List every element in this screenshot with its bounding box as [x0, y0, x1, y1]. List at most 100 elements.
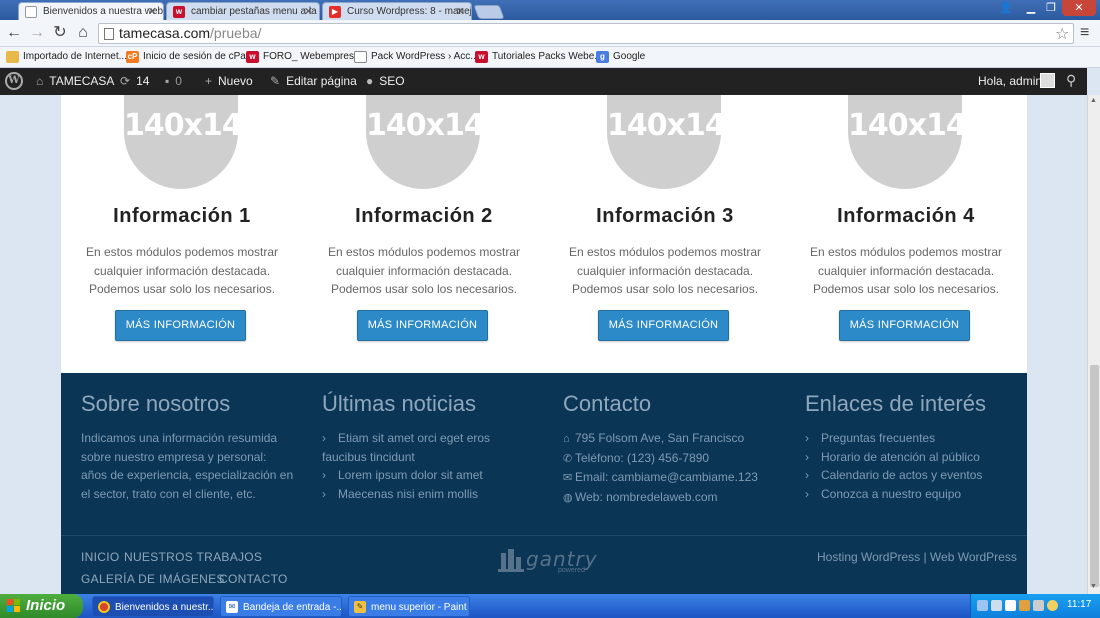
link-text[interactable]: Horario de atención al público: [821, 450, 980, 464]
seo-status-icon: ●: [366, 74, 374, 88]
hosting-credit[interactable]: Hosting WordPress | Web WordPress: [817, 550, 1017, 564]
restore-icon[interactable]: ❐: [1042, 0, 1060, 16]
footer-heading: Enlaces de interés: [805, 391, 986, 416]
wordpress-logo-icon[interactable]: W: [5, 72, 23, 90]
minimize-icon[interactable]: ▁: [1022, 0, 1040, 16]
adminbar-edit-page[interactable]: ✎ Editar página: [270, 74, 357, 88]
link-text[interactable]: Preguntas frecuentes: [821, 431, 935, 445]
footer-nav-inicio[interactable]: INICIO: [81, 550, 119, 564]
close-tab-icon[interactable]: ✕: [304, 5, 313, 18]
news-item[interactable]: › Etiam sit amet orci eget eros: [322, 429, 542, 448]
contact-list: ⌂ 795 Folsom Ave, San Francisco ✆ Teléfono…: [563, 429, 783, 507]
taskbar-item-browser[interactable]: Bienvenidos a nuestr...: [92, 596, 214, 617]
tab-title: Bienvenidos a nuestra web -: [43, 6, 164, 17]
news-list: › Etiam sit amet orci eget eros faucibus …: [322, 429, 542, 503]
adminbar-site[interactable]: ⌂ TAMECASA: [36, 74, 114, 88]
news-link[interactable]: Etiam sit amet orci eget eros: [338, 431, 490, 445]
back-icon[interactable]: ←: [4, 23, 24, 43]
scroll-thumb[interactable]: [1090, 365, 1099, 587]
web-text[interactable]: Web: nombredelaweb.com: [575, 490, 718, 504]
forward-icon[interactable]: →: [27, 23, 47, 43]
antivirus-icon[interactable]: [1005, 600, 1016, 611]
adminbar-account[interactable]: Hola, admin: [978, 74, 1042, 88]
google-icon: g: [596, 51, 609, 63]
task-label: menu superior - Paint: [371, 602, 467, 613]
browser-menu-icon[interactable]: ≡: [1080, 24, 1089, 42]
link-item[interactable]: › Horario de atención al público: [805, 448, 1025, 467]
close-window-icon[interactable]: ✕: [1062, 0, 1096, 16]
bookmark-label: Importado de Internet...: [23, 51, 127, 62]
bookmark-item[interactable]: w Tutoriales Packs Webe...: [475, 51, 603, 63]
taskbar-item-mail[interactable]: ✉ Bandeja de entrada -...: [220, 596, 342, 617]
folder-icon: [6, 51, 19, 63]
site-name: TAMECASA: [49, 74, 115, 88]
taskbar-item-paint[interactable]: ✎ menu superior - Paint: [348, 596, 470, 617]
user-icon[interactable]: 👤: [998, 0, 1014, 16]
document-icon: [25, 6, 37, 18]
news-item[interactable]: › Maecenas nisi enim mollis: [322, 485, 542, 504]
bookmark-item[interactable]: Pack WordPress › Acc...: [354, 51, 479, 63]
bookmark-label: Pack WordPress › Acc...: [371, 51, 479, 62]
link-item[interactable]: › Calendario de actos y eventos: [805, 466, 1025, 485]
contact-email[interactable]: ✉ Email: cambiame@cambiame.123: [563, 468, 783, 488]
gantry-powered: powered: [558, 567, 585, 574]
browser-tab-2[interactable]: w cambiar pestañas menu a la ✕: [166, 2, 320, 20]
shield-icon[interactable]: [1019, 600, 1030, 611]
feature-text-line: cualquier información destacada.: [93, 263, 271, 278]
more-info-button[interactable]: MÁS INFORMACIÓN: [115, 310, 246, 341]
start-button[interactable]: Inicio: [0, 594, 83, 618]
reload-icon[interactable]: ↻: [50, 23, 70, 43]
webempresa-icon: w: [173, 6, 185, 18]
close-tab-icon[interactable]: ✕: [148, 5, 157, 18]
bookmark-item[interactable]: g Google: [596, 51, 645, 63]
feature-text-line: cualquier información destacada.: [335, 263, 513, 278]
page-scrollbar[interactable]: ▲ ▼: [1087, 95, 1100, 594]
footer-nav-contacto[interactable]: CONTACTO: [219, 572, 288, 586]
email-text[interactable]: Email: cambiame@cambiame.123: [575, 470, 758, 484]
new-tab-button[interactable]: [473, 5, 505, 19]
bookmark-item[interactable]: Importado de Internet...: [6, 51, 127, 63]
link-item[interactable]: › Conozca a nuestro equipo: [805, 485, 1025, 504]
tab-title: cambiar pestañas menu a la: [191, 6, 317, 17]
news-link[interactable]: Maecenas nisi enim mollis: [338, 487, 478, 501]
scroll-down-icon[interactable]: ▼: [1090, 583, 1097, 590]
network-icon[interactable]: [977, 600, 988, 611]
gantry-logo[interactable]: gantry powered: [498, 545, 597, 575]
browser-tab-1[interactable]: Bienvenidos a nuestra web - ✕: [18, 2, 164, 20]
new-label: Nuevo: [218, 74, 253, 88]
bookmark-item[interactable]: cP Inicio de sesión de cPa...: [126, 51, 254, 63]
features-section: 140x140 Información 1 En estos módulos p…: [61, 95, 1027, 373]
monitor-icon[interactable]: [991, 600, 1002, 611]
footer-nav-galeria[interactable]: GALERÍA DE IMÁGENES: [81, 572, 225, 586]
footer-text-line: el sector, trato con el cliente, etc.: [81, 486, 256, 501]
news-item-continued[interactable]: faucibus tincidunt: [322, 448, 542, 467]
search-icon[interactable]: ⚲: [1066, 72, 1076, 89]
bookmark-star-icon[interactable]: ☆: [1055, 24, 1069, 44]
avatar[interactable]: [1040, 73, 1055, 88]
adminbar-new[interactable]: + Nuevo: [205, 74, 253, 88]
address-bar[interactable]: tamecasa.com/prueba/: [98, 23, 1074, 44]
more-info-button[interactable]: MÁS INFORMACIÓN: [839, 310, 970, 341]
speaker-icon[interactable]: [1033, 600, 1044, 611]
home-icon[interactable]: ⌂: [73, 23, 93, 43]
close-tab-icon[interactable]: ✕: [456, 5, 465, 18]
more-info-button[interactable]: MÁS INFORMACIÓN: [357, 310, 488, 341]
update-icon[interactable]: [1047, 600, 1058, 611]
adminbar-comments[interactable]: ▪ 0: [165, 74, 182, 88]
browser-tab-3[interactable]: ▶ Curso Wordpress: 8 - manej ✕: [322, 2, 472, 20]
adminbar-seo[interactable]: ● SEO: [366, 74, 405, 88]
more-info-button[interactable]: MÁS INFORMACIÓN: [598, 310, 729, 341]
link-text[interactable]: Calendario de actos y eventos: [821, 468, 982, 482]
contact-web[interactable]: ◍ Web: nombredelaweb.com: [563, 488, 783, 508]
link-text[interactable]: Conozca a nuestro equipo: [821, 487, 961, 501]
news-item[interactable]: › Lorem ipsum dolor sit amet: [322, 466, 542, 485]
adminbar-updates[interactable]: ⟳ 14: [120, 74, 149, 88]
home-icon: ⌂: [563, 433, 570, 445]
news-link[interactable]: Lorem ipsum dolor sit amet: [338, 468, 483, 482]
scroll-up-icon[interactable]: ▲: [1090, 97, 1097, 104]
feature-image: 140x140: [848, 95, 962, 189]
feature-title: Información 1: [113, 205, 251, 227]
link-item[interactable]: › Preguntas frecuentes: [805, 429, 1025, 448]
footer-nav-trabajos[interactable]: NUESTROS TRABAJOS: [124, 550, 262, 564]
bookmark-item[interactable]: w FORO_ Webempresa: [246, 51, 360, 63]
